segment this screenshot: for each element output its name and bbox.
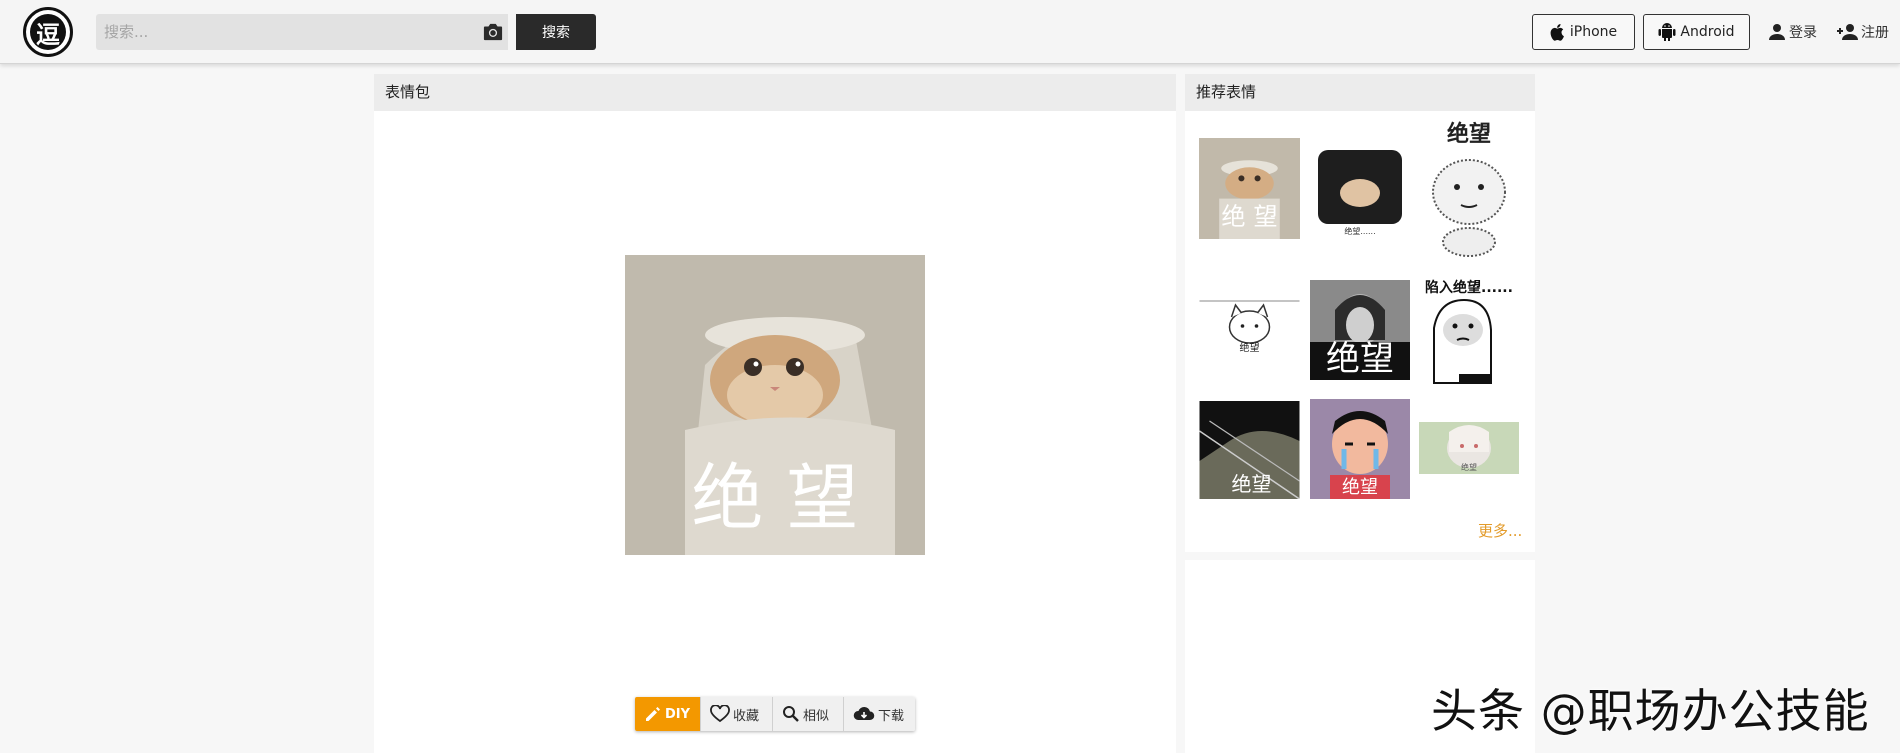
recommended-caption: 绝望...... bbox=[1344, 226, 1375, 236]
recommended-meme[interactable]: 绝 望 bbox=[1199, 138, 1300, 239]
site-logo[interactable]: 逗 bbox=[23, 7, 73, 57]
android-label: Android bbox=[1680, 24, 1735, 40]
favorite-label: 收藏 bbox=[733, 708, 760, 724]
meme-detail-panel: 表情包 绝 望 DIY 收藏 相似 下载 bbox=[374, 74, 1176, 753]
recommended-caption: 绝 望 bbox=[1221, 202, 1277, 231]
register-link[interactable]: 注册 bbox=[1836, 20, 1889, 44]
recommended-meme[interactable]: 绝望 bbox=[1199, 299, 1300, 359]
main-image-caption: 绝 望 bbox=[692, 456, 859, 540]
register-label: 注册 bbox=[1861, 25, 1889, 41]
search-box bbox=[96, 14, 508, 50]
pencil-icon bbox=[646, 707, 660, 721]
search-input[interactable] bbox=[96, 14, 466, 50]
login-link[interactable]: 登录 bbox=[1768, 20, 1817, 44]
login-label: 登录 bbox=[1789, 25, 1817, 41]
recommended-panel: 推荐表情 绝 望 绝望...... 绝望 绝望 绝望 陷入绝望...... 绝望… bbox=[1185, 74, 1535, 552]
recommended-caption: 陷入绝望...... bbox=[1425, 279, 1513, 296]
search-button[interactable]: 搜索 bbox=[516, 14, 596, 50]
similar-label: 相似 bbox=[803, 708, 830, 724]
recommended-caption: 绝望 bbox=[1461, 462, 1477, 472]
more-link[interactable]: 更多... bbox=[1478, 520, 1522, 541]
download-label: 下载 bbox=[878, 708, 905, 724]
android-icon bbox=[1658, 23, 1676, 41]
download-button[interactable]: 下载 bbox=[844, 697, 915, 731]
recommended-title: 推荐表情 bbox=[1185, 74, 1535, 111]
search-icon bbox=[783, 706, 799, 722]
recommended-caption: 绝望 bbox=[1447, 121, 1491, 147]
meme-action-bar: DIY 收藏 相似 下载 bbox=[635, 697, 915, 731]
cloud-download-icon bbox=[853, 706, 875, 720]
watermark-text: 头条 @职场办公技能 bbox=[1431, 684, 1870, 738]
user-icon bbox=[1769, 24, 1785, 40]
recommended-meme[interactable]: 绝望 bbox=[1419, 117, 1519, 261]
android-app-button[interactable]: Android bbox=[1643, 14, 1750, 50]
recommended-meme[interactable]: 绝望 bbox=[1419, 422, 1519, 474]
diy-button[interactable]: DIY bbox=[635, 697, 701, 731]
iphone-label: iPhone bbox=[1569, 24, 1618, 40]
meme-image-cat[interactable]: 绝 望 bbox=[625, 255, 925, 555]
similar-button[interactable]: 相似 bbox=[773, 697, 844, 731]
diy-label: DIY bbox=[665, 706, 691, 722]
recommended-meme[interactable]: 绝望 bbox=[1310, 399, 1410, 499]
recommended-caption: 绝望 bbox=[1326, 339, 1394, 379]
iphone-app-button[interactable]: iPhone bbox=[1532, 14, 1635, 50]
add-user-icon bbox=[1837, 24, 1858, 40]
logo-glyph: 逗 bbox=[30, 14, 66, 50]
recommended-meme[interactable]: 绝望 bbox=[1199, 401, 1300, 499]
recommended-meme[interactable]: 陷入绝望...... bbox=[1419, 278, 1519, 388]
apple-icon bbox=[1550, 24, 1564, 41]
favorite-button[interactable]: 收藏 bbox=[701, 697, 773, 731]
recommended-caption: 绝望 bbox=[1232, 472, 1272, 496]
camera-icon[interactable] bbox=[482, 22, 504, 42]
recommended-caption: 绝望 bbox=[1342, 477, 1378, 498]
recommended-caption: 绝望 bbox=[1240, 341, 1260, 354]
top-navigation-bar: 逗 搜索 iPhone Android 登录 bbox=[0, 0, 1900, 64]
recommended-meme[interactable]: 绝望 bbox=[1310, 280, 1410, 380]
heart-icon bbox=[710, 705, 730, 723]
recommended-meme[interactable]: 绝望...... bbox=[1310, 138, 1410, 238]
main-panel-title: 表情包 bbox=[374, 74, 1176, 111]
